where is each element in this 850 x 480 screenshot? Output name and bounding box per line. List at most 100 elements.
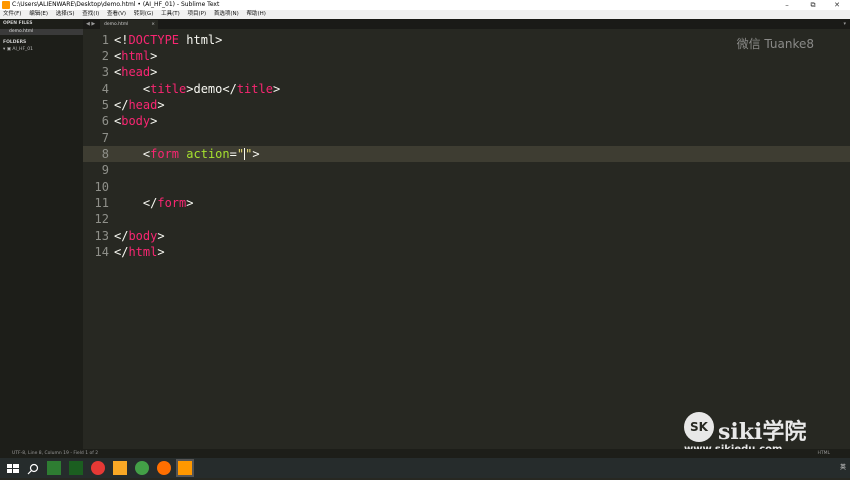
code-token: html> xyxy=(179,33,223,47)
line-number: 3 xyxy=(101,65,109,79)
title-bar: C:\Users\ALIENWARE\Desktop\demo.html • (… xyxy=(0,0,850,10)
line-number: 6 xyxy=(101,114,109,128)
tab-bar: ◀ ▶ demo.html × ▾ xyxy=(83,19,850,29)
code-token: body xyxy=(121,114,151,128)
line-number: 12 xyxy=(94,212,109,226)
code-line-5: </head> xyxy=(114,97,165,113)
taskbar-app-icon[interactable] xyxy=(69,461,83,475)
taskbar-app-icon[interactable] xyxy=(135,461,149,475)
menu-find[interactable]: 查找(I) xyxy=(82,10,99,19)
code-line-2: <html> xyxy=(114,48,157,64)
windows-start-icon[interactable] xyxy=(6,461,20,475)
code-token: action xyxy=(186,147,230,161)
code-editor[interactable]: 1 2 3 4 5 6 7 8 9 10 11 12 13 14 <!DOCTY… xyxy=(83,29,850,449)
code-line-11: </form> xyxy=(114,195,194,211)
maximize-button[interactable]: ⧉ xyxy=(802,0,824,10)
code-token: >demo</ xyxy=(186,82,237,96)
siki-logo-icon: SK xyxy=(684,412,714,442)
search-icon[interactable] xyxy=(26,461,40,475)
window-title: C:\Users\ALIENWARE\Desktop\demo.html • (… xyxy=(12,1,220,8)
code-token: > xyxy=(186,196,194,210)
close-button[interactable]: ✕ xyxy=(826,0,848,10)
code-token: > xyxy=(150,65,158,79)
tab-demo-html[interactable]: demo.html × xyxy=(100,20,158,29)
line-number: 1 xyxy=(101,33,109,47)
firefox-icon[interactable] xyxy=(157,461,171,475)
code-token: < xyxy=(114,147,151,161)
code-line-8: <form action=""> xyxy=(114,146,260,162)
menu-preferences[interactable]: 首选项(N) xyxy=(214,10,239,19)
line-number: 8 xyxy=(101,147,109,161)
code-token: form xyxy=(157,196,187,210)
menu-edit[interactable]: 编辑(E) xyxy=(29,10,48,19)
line-number: 5 xyxy=(101,98,109,112)
code-token: > xyxy=(150,49,158,63)
code-token: html xyxy=(121,49,151,63)
windows-taskbar: 英 xyxy=(0,458,850,478)
tab-label: demo.html xyxy=(104,22,129,27)
code-token: > xyxy=(272,82,281,96)
status-text: UTF-8, Line 8, Column 19 - Field 1 of 2 xyxy=(12,451,99,456)
code-token: </ xyxy=(114,229,129,243)
folder-label: AI_HF_01 xyxy=(12,47,34,52)
line-number: 2 xyxy=(101,49,109,63)
code-line-13: </body> xyxy=(114,228,165,244)
code-token: title xyxy=(236,82,273,96)
code-token: </ xyxy=(114,196,158,210)
folder-icon: ▣ xyxy=(6,47,11,52)
wechat-watermark: 微信 Tuanke8 xyxy=(736,37,814,51)
chrome-icon[interactable] xyxy=(91,461,105,475)
folder-item[interactable]: ▾ ▣ AI_HF_01 xyxy=(3,47,33,53)
code-token: " xyxy=(236,147,245,161)
tab-dropdown-icon[interactable]: ▾ xyxy=(843,19,846,29)
menu-project[interactable]: 项目(P) xyxy=(188,10,207,19)
taskbar-app-icon[interactable] xyxy=(47,461,61,475)
input-method-indicator[interactable]: 英 xyxy=(840,464,846,471)
code-line-6: <body> xyxy=(114,113,157,129)
tab-close-icon[interactable]: × xyxy=(151,20,155,29)
open-file-item[interactable]: demo.html xyxy=(0,29,83,35)
open-files-header: OPEN FILES xyxy=(3,21,33,26)
line-number: 14 xyxy=(94,245,109,259)
folder-icon[interactable] xyxy=(113,461,127,475)
status-bar: UTF-8, Line 8, Column 19 - Field 1 of 2 … xyxy=(0,449,850,458)
code-line-1: <!DOCTYPE html> xyxy=(114,32,222,48)
sublime-taskbar-icon[interactable] xyxy=(176,459,194,477)
code-token: <! xyxy=(114,33,129,47)
tab-nav-arrows-icon[interactable]: ◀ ▶ xyxy=(86,19,95,29)
code-token: > xyxy=(157,98,165,112)
code-token: < xyxy=(114,82,151,96)
folders-header: FOLDERS xyxy=(3,40,27,45)
code-token: title xyxy=(150,82,187,96)
code-token: > xyxy=(252,147,260,161)
minimize-button[interactable]: – xyxy=(776,0,798,10)
menu-selection[interactable]: 选择(S) xyxy=(56,10,75,19)
menu-file[interactable]: 文件(F) xyxy=(3,10,21,19)
line-number: 4 xyxy=(101,82,109,96)
menu-tools[interactable]: 工具(T) xyxy=(161,10,180,19)
code-token: head xyxy=(128,98,158,112)
menu-bar: 文件(F) 编辑(E) 选择(S) 查找(I) 查看(V) 转到(G) 工具(T… xyxy=(0,10,850,19)
sublime-app-icon xyxy=(2,1,10,9)
menu-help[interactable]: 帮助(H) xyxy=(247,10,266,19)
code-token: > xyxy=(157,245,165,259)
code-token: html xyxy=(128,245,158,259)
code-line-3: <head> xyxy=(114,64,157,80)
code-token: </ xyxy=(114,245,129,259)
line-number: 10 xyxy=(94,180,109,194)
code-token: > xyxy=(157,229,165,243)
code-token: DOCTYPE xyxy=(128,33,180,47)
code-token: </ xyxy=(114,98,129,112)
open-file-label: demo.html xyxy=(9,29,34,34)
line-number: 9 xyxy=(101,163,109,177)
line-number: 11 xyxy=(94,196,109,210)
line-number: 7 xyxy=(101,131,109,145)
sidebar: OPEN FILES demo.html FOLDERS ▾ ▣ AI_HF_0… xyxy=(0,19,83,449)
code-token: body xyxy=(128,229,158,243)
code-token: form xyxy=(150,147,180,161)
menu-view[interactable]: 查看(V) xyxy=(107,10,126,19)
folder-expand-icon[interactable]: ▾ xyxy=(3,47,5,52)
code-token: head xyxy=(121,65,151,79)
syntax-selector[interactable]: HTML xyxy=(817,449,830,458)
menu-goto[interactable]: 转到(G) xyxy=(134,10,154,19)
